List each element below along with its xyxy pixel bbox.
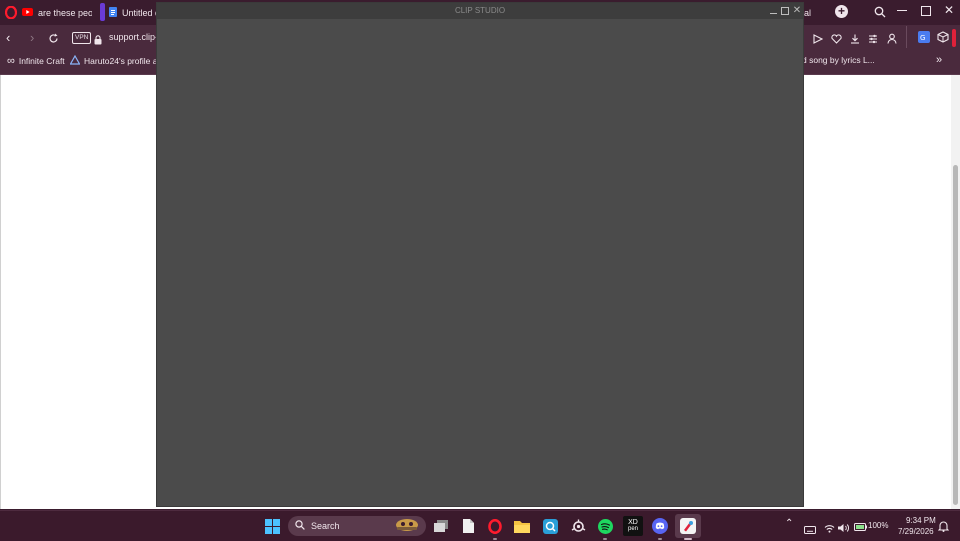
infinity-icon: ∞	[7, 55, 15, 67]
close-icon[interactable]: ✕	[944, 3, 954, 17]
profile-icon[interactable]	[887, 31, 897, 49]
battery-icon[interactable]	[854, 519, 867, 537]
windows-taskbar: Search XD pen ⌃ 100% 9:34 PM 7/29/2026	[0, 510, 960, 541]
clip-studio-title-bar[interactable]: CLIP STUDIO ✕	[157, 3, 803, 19]
minimize-icon[interactable]	[897, 10, 907, 11]
bookmark-label: Infinite Craft	[18, 56, 65, 66]
opera-taskbar-icon[interactable]	[485, 516, 505, 536]
vpn-badge[interactable]: VPN	[72, 32, 92, 44]
close-button[interactable]: ✕	[791, 5, 803, 17]
maximize-button[interactable]	[779, 5, 791, 17]
store-app-icon[interactable]	[540, 516, 560, 536]
svg-text:G: G	[920, 34, 925, 42]
new-tab-button[interactable]: +	[835, 5, 848, 18]
google-docs-icon	[109, 6, 117, 19]
notification-bell-icon[interactable]	[937, 519, 950, 537]
search-icon	[295, 517, 305, 535]
xdpen-label-bottom: pen	[627, 526, 638, 532]
xdpen-icon[interactable]: XD pen	[623, 516, 643, 536]
tab-youtube[interactable]: are these people	[22, 2, 92, 23]
clip-studio-taskbar-icon[interactable]	[678, 516, 698, 536]
clip-studio-window: CLIP STUDIO ✕	[156, 2, 804, 507]
heart-icon[interactable]	[831, 31, 842, 49]
restore-icon[interactable]	[921, 6, 931, 16]
send-icon[interactable]	[813, 31, 824, 49]
search-label: Search	[311, 521, 340, 531]
battery-percentage: 100%	[868, 521, 889, 530]
tab-google-docs[interactable]: Untitled dc	[109, 2, 157, 23]
easy-setup-icon[interactable]	[868, 31, 878, 49]
url-field[interactable]: support.clip-s	[109, 32, 163, 42]
tab-title: Untitled dc	[122, 7, 157, 18]
search-tabs-icon[interactable]	[874, 5, 886, 23]
opera-logo-icon[interactable]	[4, 5, 18, 24]
xdpen-label-top: XD	[628, 519, 638, 526]
bookmark-infinite-craft[interactable]: ∞ Infinite Craft	[7, 55, 65, 67]
tab-title: al	[804, 7, 812, 18]
clock-time[interactable]: 9:34 PM	[906, 516, 936, 525]
bookmark-song-lyrics[interactable]: d song by lyrics L...	[802, 55, 875, 65]
tab-partial[interactable]: al	[804, 2, 818, 23]
search-highlight-icon	[394, 516, 420, 537]
download-icon[interactable]	[850, 31, 860, 49]
bookmark-haruto-profile[interactable]: Haruto24's profile a...	[69, 54, 165, 67]
volume-icon[interactable]	[838, 520, 850, 538]
extensions-cube-icon[interactable]	[937, 30, 949, 48]
spotify-icon[interactable]	[595, 516, 615, 536]
chevron-up-icon[interactable]: ⌃	[785, 518, 793, 529]
back-icon[interactable]: ‹	[6, 30, 10, 45]
reload-icon[interactable]	[48, 31, 59, 49]
tab-title: are these people	[38, 7, 92, 18]
clock-date[interactable]: 7/29/2026	[898, 527, 934, 536]
minimize-button[interactable]	[767, 5, 779, 17]
tab-island-marker	[100, 3, 105, 21]
file-explorer-icon[interactable]	[512, 516, 532, 536]
start-button[interactable]	[262, 516, 282, 536]
taskbar-search-box[interactable]: Search	[288, 516, 426, 536]
steam-icon[interactable]	[568, 516, 588, 536]
notepad-icon[interactable]	[458, 516, 478, 536]
bookmark-label: d song by lyrics L...	[802, 55, 875, 65]
task-view-icon[interactable]	[431, 516, 451, 536]
more-bookmarks-icon[interactable]: »	[936, 54, 942, 66]
youtube-icon	[22, 7, 33, 18]
translate-extension-icon[interactable]: G	[918, 30, 930, 48]
lock-icon[interactable]	[94, 32, 102, 50]
discord-icon[interactable]	[650, 516, 670, 536]
toolbar-divider	[906, 26, 907, 48]
wifi-icon[interactable]	[824, 520, 835, 538]
bookmark-label: Haruto24's profile a...	[84, 56, 165, 66]
deviantart-icon	[69, 54, 81, 67]
clip-studio-content-area	[157, 19, 803, 506]
forward-icon[interactable]: ›	[30, 30, 34, 45]
scrollbar-thumb[interactable]	[953, 165, 958, 505]
sidebar-indicator	[952, 29, 956, 47]
window-title: CLIP STUDIO	[454, 6, 506, 15]
keyboard-icon[interactable]	[804, 521, 816, 539]
